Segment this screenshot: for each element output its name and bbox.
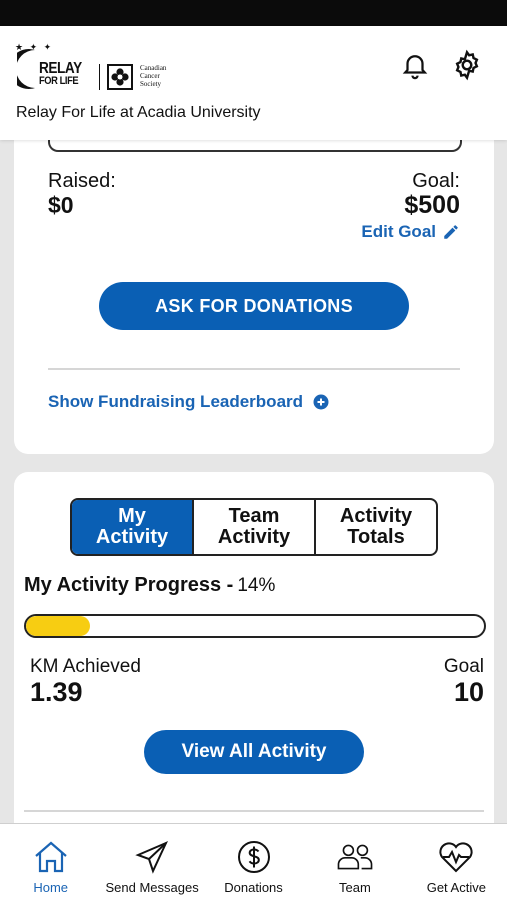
heart-pulse-icon [437,838,475,876]
activity-progress-title: My Activity Progress -14% [24,574,276,596]
km-achieved-label: KM Achieved [30,656,141,677]
goal-value: $500 [404,191,460,219]
divider [24,810,484,812]
tab-activity-totals[interactable]: Activity Totals [316,500,436,554]
flower-icon [107,64,133,90]
goal-label: Goal: [412,170,460,192]
relay-logo-mark: ★ ✦ ✦ RELAY FOR LIFE [15,42,105,94]
tab-my-activity[interactable]: My Activity [72,500,194,554]
leaderboard-label: Show Fundraising Leaderboard [48,392,304,411]
km-goal-value: 10 [453,677,484,707]
canadian-cancer-society-text: Canadian Cancer Society [140,64,167,88]
km-achieved-value: 1.39 [30,677,83,707]
plus-circle-icon [313,394,329,410]
relay-for-life-logo: ★ ✦ ✦ RELAY FOR LIFE Canadian Cancer Soc… [15,42,205,94]
km-goal-label: Goal [443,656,484,677]
tab-team[interactable]: Team [304,824,405,900]
divider [48,368,460,370]
activity-card: My Activity Team Activity Activity Total… [14,472,494,823]
bell-icon [402,55,428,80]
progress-percent: 14% [237,575,276,596]
logo-line1: RELAY [39,60,82,77]
activity-progress-bar [24,614,486,638]
home-icon [32,838,70,876]
tab-get-active[interactable]: Get Active [406,824,507,900]
tab-send-messages-label: Send Messages [105,880,199,895]
dollar-icon [235,838,273,876]
notifications-button[interactable] [398,48,432,82]
paper-plane-icon [133,838,171,876]
page-title: Relay For Life at Acadia University [16,104,261,121]
progress-fill [26,616,91,636]
ask-for-donations-button[interactable]: ASK FOR DONATIONS [99,282,409,330]
raised-label: Raised: [48,170,116,192]
tab-send-messages[interactable]: Send Messages [101,824,202,900]
team-icon [336,838,374,876]
tab-team-activity[interactable]: Team Activity [194,500,316,554]
edit-goal-link[interactable]: Edit Goal [361,222,460,242]
pencil-icon [444,225,458,239]
tab-home[interactable]: Home [0,824,101,900]
logo-divider [99,64,100,90]
gear-icon [455,49,479,81]
raised-value: $0 [48,192,74,218]
activity-segmented-control: My Activity Team Activity Activity Total… [70,498,438,556]
bottom-tab-bar: Home Send Messages Donations Team Get Ac… [0,823,507,900]
tab-donations[interactable]: Donations [203,824,304,900]
tab-home-label: Home [33,880,69,895]
status-bar [0,0,507,26]
edit-goal-label: Edit Goal [361,222,436,241]
main-scroll[interactable]: Raised: $0 Goal: $500 Edit Goal ASK FOR … [0,140,507,823]
fundraising-progress-box [48,140,462,152]
fundraising-card: Raised: $0 Goal: $500 Edit Goal ASK FOR … [14,140,494,454]
tab-donations-label: Donations [224,880,283,895]
tab-get-active-label: Get Active [426,880,486,895]
tab-team-label: Team [339,880,371,895]
stars-icon: ★ ✦ ✦ [15,42,54,52]
show-leaderboard-link[interactable]: Show Fundraising Leaderboard [48,392,329,412]
logo-line2: FOR LIFE [39,75,79,87]
app-header: ★ ✦ ✦ RELAY FOR LIFE Canadian Cancer Soc… [0,26,507,140]
view-all-activity-button[interactable]: View All Activity [144,730,364,774]
settings-button[interactable] [450,48,484,82]
